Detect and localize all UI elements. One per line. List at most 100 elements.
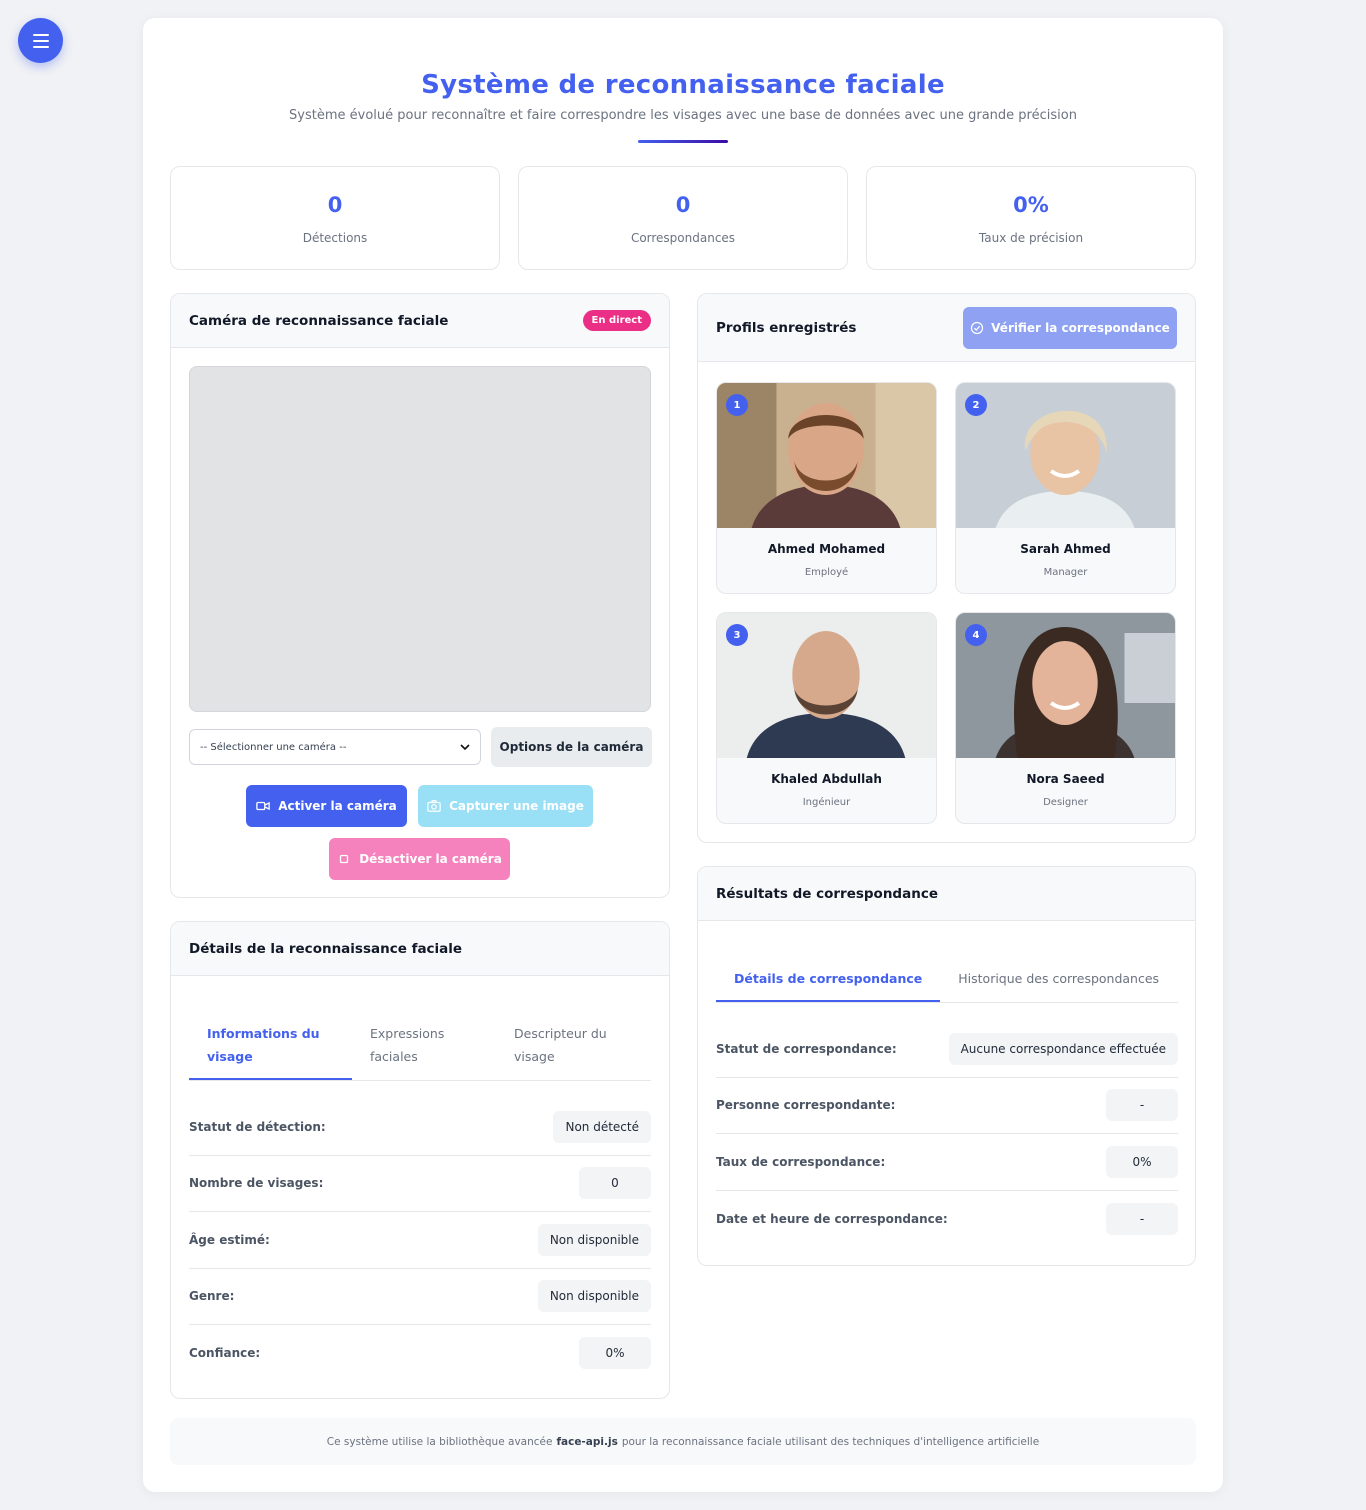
detail-value: Non disponible (537, 1280, 651, 1313)
live-badge: En direct (582, 310, 651, 331)
profile-role: Manager (1043, 567, 1088, 578)
detail-value: Non détecté (553, 1110, 651, 1143)
profiles-title: Profils enregistrés (716, 319, 857, 336)
footer-library: face-api.js (556, 1435, 618, 1448)
result-key: Date et heure de correspondance: (716, 1211, 948, 1226)
activate-camera-button[interactable]: Activer la caméra (246, 785, 407, 827)
results-tabs: Détails de correspondance Historique des… (716, 967, 1178, 1003)
camera-icon (427, 800, 441, 812)
tab-face-descriptor[interactable]: Descripteur du visage (496, 1022, 651, 1080)
results-title: Résultats de correspondance (716, 885, 938, 902)
tab-facial-expressions[interactable]: Expressions faciales (352, 1022, 496, 1080)
result-row-person: Personne correspondante: - (716, 1078, 1178, 1134)
stat-label: Détections (302, 231, 368, 245)
profile-number-badge: 1 (726, 394, 748, 416)
detail-row-gender: Genre: Non disponible (189, 1269, 651, 1325)
detail-value: 0 (579, 1167, 651, 1200)
results-card: Résultats de correspondance Détails de c… (697, 866, 1196, 1266)
result-row-status: Statut de correspondance: Aucune corresp… (716, 1021, 1178, 1078)
capture-image-label: Capturer une image (449, 799, 584, 813)
profile-name: Khaled Abdullah (771, 772, 882, 786)
profile-photo-image (717, 383, 936, 528)
face-details-header: Détails de la reconnaissance faciale (171, 922, 669, 976)
result-key: Personne correspondante: (716, 1098, 896, 1113)
stop-icon (340, 854, 349, 864)
detail-row-status: Statut de détection: Non détecté (189, 1099, 651, 1156)
result-value: - (1106, 1202, 1178, 1235)
video-camera-icon (256, 801, 270, 811)
result-value: 0% (1106, 1145, 1178, 1178)
result-row-datetime: Date et heure de correspondance: - (716, 1191, 1178, 1248)
detail-row-age: Âge estimé: Non disponible (189, 1212, 651, 1269)
result-key: Statut de correspondance: (716, 1041, 897, 1056)
detail-key: Âge estimé: (189, 1232, 270, 1247)
stat-label: Correspondances (630, 231, 736, 245)
stat-accuracy: 0% Taux de précision (866, 166, 1196, 270)
deactivate-camera-button[interactable]: Désactiver la caméra (329, 838, 510, 880)
footer-text-before: Ce système utilise la bibliothèque avanc… (326, 1435, 553, 1448)
tab-match-history[interactable]: Historique des correspondances (940, 967, 1177, 1002)
profile-photo: 4 (956, 613, 1175, 758)
profile-photo: 3 (717, 613, 936, 758)
camera-select[interactable]: -- Sélectionner une caméra -- (189, 729, 481, 765)
camera-card: Caméra de reconnaissance faciale En dire… (170, 293, 670, 898)
profile-number-badge: 4 (965, 624, 987, 646)
profile-card[interactable]: 3 Khaled Abdullah Ingénieur (716, 612, 937, 824)
tab-match-details[interactable]: Détails de correspondance (716, 967, 941, 1002)
menu-button[interactable] (18, 18, 63, 63)
footer: Ce système utilise la bibliothèque avanc… (170, 1418, 1196, 1465)
profile-name: Nora Saeed (1026, 772, 1105, 786)
profile-photo: 1 (717, 383, 936, 528)
profile-card[interactable]: 1 Ahmed Mohamed Employé (716, 382, 937, 594)
results-header: Résultats de correspondance (698, 867, 1195, 921)
profiles-card: Profils enregistrés Vérifier la correspo… (697, 293, 1196, 843)
detail-row-face-count: Nombre de visages: 0 (189, 1156, 651, 1212)
check-circle-icon (971, 321, 984, 334)
profile-number-badge: 3 (726, 624, 748, 646)
face-details-title: Détails de la reconnaissance faciale (189, 940, 463, 957)
camera-options-button[interactable]: Options de la caméra (491, 727, 652, 767)
detail-row-confidence: Confiance: 0% (189, 1325, 651, 1382)
capture-image-button[interactable]: Capturer une image (418, 785, 593, 827)
result-value: Aucune correspondance effectuée (948, 1032, 1178, 1065)
detail-key: Nombre de visages: (189, 1176, 324, 1191)
detail-value: Non disponible (537, 1223, 651, 1256)
detail-key: Genre: (189, 1289, 235, 1304)
face-details-card: Détails de la reconnaissance faciale Inf… (170, 921, 670, 1399)
stat-matches: 0 Correspondances (518, 166, 848, 270)
camera-card-header: Caméra de reconnaissance faciale En dire… (171, 294, 669, 348)
footer-text-after: pour la reconnaissance faciale utilisant… (621, 1435, 1040, 1448)
profile-card[interactable]: 4 Nora Saeed Designer (955, 612, 1176, 824)
stat-label: Taux de précision (978, 231, 1084, 245)
activate-camera-label: Activer la caméra (278, 799, 397, 813)
tab-face-info[interactable]: Informations du visage (189, 1022, 352, 1080)
video-preview[interactable] (189, 366, 651, 712)
chevron-down-icon (460, 744, 470, 751)
page-subtitle: Système évolué pour reconnaître et faire… (289, 108, 1077, 123)
detail-key: Confiance: (189, 1346, 261, 1361)
stat-value: 0 (675, 193, 691, 217)
stat-value: 0 (327, 193, 343, 217)
profile-number-badge: 2 (965, 394, 987, 416)
deactivate-camera-label: Désactiver la caméra (359, 852, 502, 866)
profile-role: Ingénieur (802, 797, 851, 808)
camera-select-value: -- Sélectionner une caméra -- (200, 741, 347, 753)
menu-icon (32, 33, 49, 36)
result-row-rate: Taux de correspondance: 0% (716, 1134, 1178, 1191)
page-title: Système de reconnaissance faciale (421, 70, 945, 100)
stat-detections: 0 Détections (170, 166, 500, 270)
profile-photo-image (717, 613, 936, 758)
results-rows: Statut de correspondance: Aucune corresp… (716, 1021, 1178, 1247)
title-underline (638, 140, 728, 143)
profile-card[interactable]: 2 Sarah Ahmed Manager (955, 382, 1176, 594)
verify-match-button[interactable]: Vérifier la correspondance (963, 306, 1177, 349)
verify-match-label: Vérifier la correspondance (991, 320, 1170, 335)
detail-key: Statut de détection: (189, 1119, 326, 1134)
profile-name: Ahmed Mohamed (767, 542, 886, 556)
result-key: Taux de correspondance: (716, 1154, 886, 1169)
profile-name: Sarah Ahmed (1020, 542, 1111, 556)
profiles-header: Profils enregistrés Vérifier la correspo… (698, 294, 1195, 362)
profile-photo-image (956, 383, 1175, 528)
profile-role: Employé (804, 567, 849, 578)
profile-role: Designer (1043, 797, 1088, 808)
